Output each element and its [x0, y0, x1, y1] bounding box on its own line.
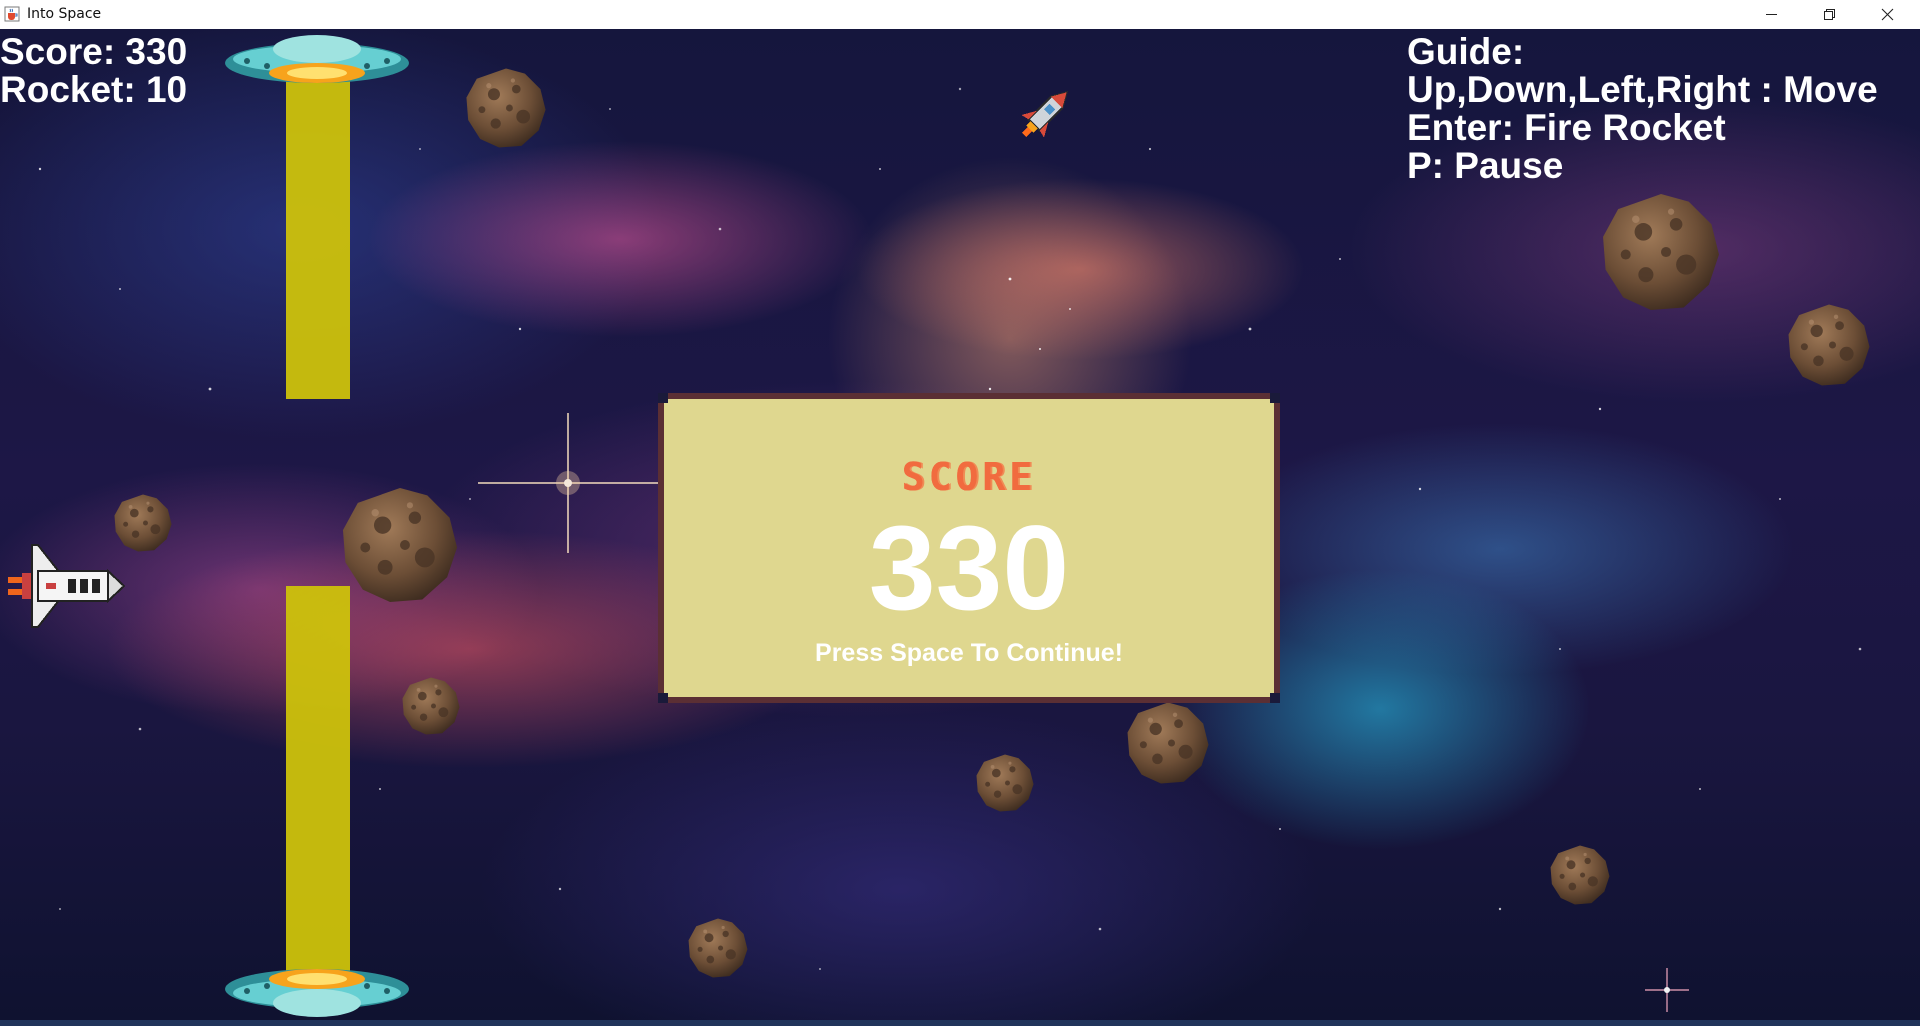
close-icon — [1881, 8, 1893, 21]
guide-line-pause: P: Pause — [1407, 145, 1564, 186]
asteroid-icon — [402, 677, 460, 735]
score-panel: SCORE 330 Press Space To Continue! — [658, 393, 1280, 703]
space-shuttle-icon[interactable] — [8, 543, 126, 631]
hud-stats: Score: 330 Rocket: 10 — [0, 33, 187, 109]
asteroid-icon — [688, 918, 748, 978]
panel-corner — [658, 393, 668, 403]
window-titlebar: Into Space — [0, 0, 1920, 30]
asteroid-icon — [976, 754, 1034, 812]
asteroid-icon — [1127, 702, 1209, 784]
asteroid-icon — [1788, 304, 1870, 386]
asteroid-icon — [342, 487, 458, 603]
asteroid-icon — [1550, 845, 1610, 905]
game-canvas[interactable]: Score: 330 Rocket: 10 Guide: Up,Down,Lef… — [0, 29, 1920, 1020]
guide-title: Guide: — [1407, 31, 1525, 72]
panel-corner — [1270, 693, 1280, 703]
score-panel-label: SCORE — [901, 455, 1037, 499]
barrier-beam-bottom — [286, 586, 350, 986]
score-panel-value: 330 — [868, 501, 1070, 635]
window-title: Into Space — [27, 6, 102, 22]
close-button[interactable] — [1858, 0, 1916, 29]
guide-line-fire: Enter: Fire Rocket — [1407, 107, 1726, 148]
barrier-beam-top — [286, 79, 350, 399]
score-counter: Score: 330 — [0, 31, 188, 72]
minimize-button[interactable] — [1742, 0, 1800, 29]
controls-guide: Guide: Up,Down,Left,Right : Move Enter: … — [1407, 33, 1878, 185]
minimize-icon — [1765, 14, 1777, 15]
taskbar-edge — [0, 1020, 1920, 1026]
maximize-button[interactable] — [1800, 0, 1858, 29]
panel-corner — [658, 693, 668, 703]
guide-line-move: Up,Down,Left,Right : Move — [1407, 69, 1878, 110]
asteroid-icon — [1603, 194, 1719, 310]
rocket-icon — [1021, 90, 1069, 138]
maximize-icon — [1823, 9, 1835, 20]
ufo-icon — [225, 969, 409, 1017]
panel-corner — [1270, 393, 1280, 403]
ufo-icon — [225, 35, 409, 83]
continue-hint: Press Space To Continue! — [815, 639, 1123, 667]
rocket-counter: Rocket: 10 — [0, 69, 188, 110]
asteroid-icon — [466, 68, 546, 148]
java-cup-icon — [4, 6, 20, 22]
